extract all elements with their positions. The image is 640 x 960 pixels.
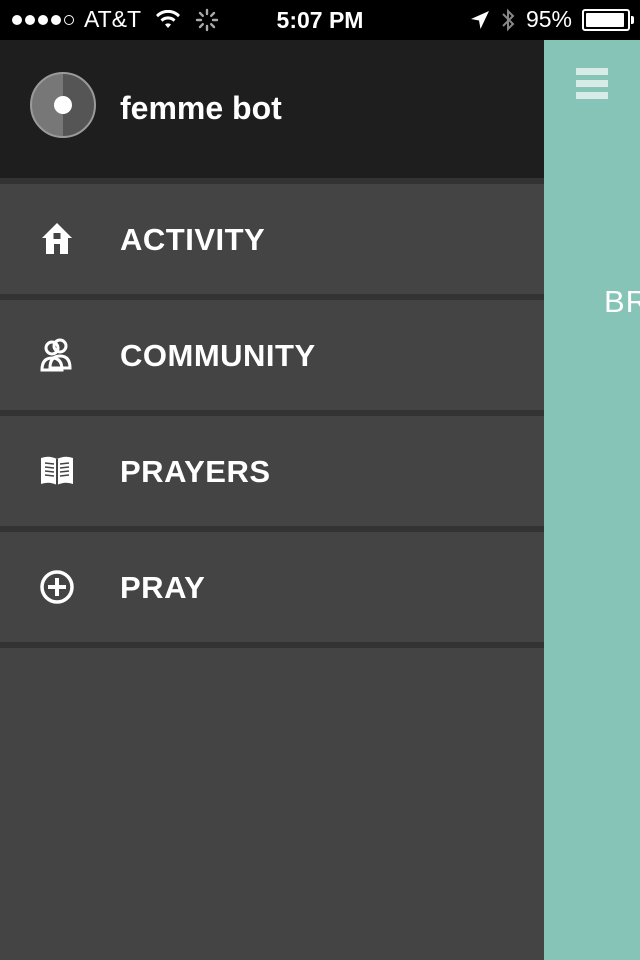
profile-username: femme bot: [120, 90, 282, 126]
battery-percent: 95%: [525, 6, 572, 32]
side-drawer: femme bot ACTIVITY COMMUNITY PRAYERS PRA…: [0, 40, 544, 960]
bluetooth-icon: [502, 8, 515, 31]
status-right: 95%: [470, 6, 634, 33]
menu-item-label: PRAYERS: [120, 454, 271, 489]
plus-circle-icon: [40, 570, 74, 604]
main-content-panel[interactable]: BR: [544, 40, 640, 960]
home-icon: [42, 223, 72, 254]
avatar[interactable]: [30, 72, 96, 138]
profile-header[interactable]: femme bot: [0, 40, 544, 178]
divider: [0, 642, 544, 648]
menu-item-label: PRAY: [120, 570, 206, 605]
status-bar: AT&T 5:07 PM 95%: [0, 0, 640, 40]
menu-item-activity[interactable]: ACTIVITY: [0, 184, 544, 294]
menu-item-label: ACTIVITY: [120, 222, 266, 257]
menu-item-pray[interactable]: PRAY: [0, 532, 544, 642]
menu-item-community[interactable]: COMMUNITY: [0, 300, 544, 410]
location-arrow-icon: [470, 10, 489, 29]
battery-icon: [582, 8, 634, 31]
menu-item-prayers[interactable]: PRAYERS: [0, 416, 544, 526]
people-icon: [40, 338, 72, 372]
content-peek-text: BR: [604, 284, 640, 319]
hamburger-menu-icon[interactable]: [576, 68, 608, 100]
book-icon: [41, 456, 73, 485]
menu-item-label: COMMUNITY: [120, 338, 316, 373]
